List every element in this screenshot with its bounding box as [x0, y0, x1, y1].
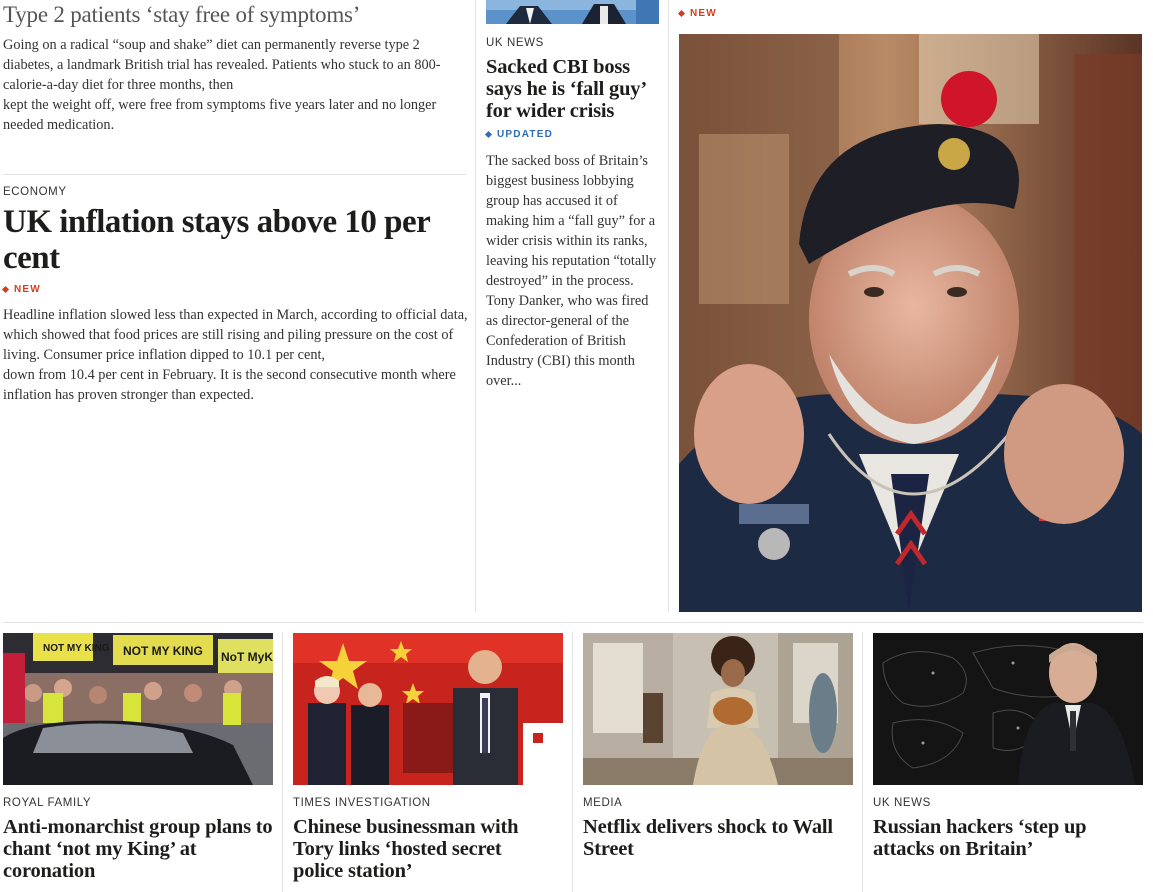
badge-label: NEW: [690, 8, 717, 19]
card-headline[interactable]: Anti-monarchist group plans to chant ‘no…: [3, 816, 275, 882]
column-divider: [668, 0, 669, 612]
story-summary-part1: Going on a radical “soup and shake” diet…: [3, 37, 441, 93]
story-headline[interactable]: Sacked CBI boss says he is ‘fall guy’ fo…: [486, 56, 662, 122]
protest-crowd-image[interactable]: NOT MY KING NOT MY KING NoT MyKing: [3, 633, 273, 785]
section-label[interactable]: UK NEWS: [486, 37, 544, 49]
card-headline[interactable]: Russian hackers ‘step up attacks on Brit…: [873, 816, 1133, 860]
story-card[interactable]: NOT MY KING NOT MY KING NoT MyKing ROYAL…: [3, 633, 275, 892]
story-summary: Headline inflation slowed less than expe…: [3, 305, 468, 405]
story-headline[interactable]: UK inflation stays above 10 per cent: [3, 204, 458, 276]
column-divider: [282, 632, 283, 892]
section-label[interactable]: UK NEWS: [873, 797, 931, 809]
netflix-show-image[interactable]: [583, 633, 853, 785]
card-headline[interactable]: Chinese businessman with Tory links ‘hos…: [293, 816, 553, 882]
column-divider: [572, 632, 573, 892]
putin-map-image[interactable]: [873, 633, 1143, 785]
veteran-portrait-image[interactable]: [679, 34, 1142, 612]
column-divider: [862, 632, 863, 892]
story-summary-part2: kept the weight off, were free from symp…: [3, 97, 437, 133]
sign-text: NOT MY KING: [43, 643, 110, 654]
diamond-icon: [1, 285, 10, 294]
story-headline[interactable]: Type 2 patients ‘stay free of symptoms’: [3, 0, 360, 30]
story-card[interactable]: UK NEWS Russian hackers ‘step up attacks…: [873, 633, 1145, 892]
badge-label: NEW: [14, 284, 41, 295]
column-divider: [475, 0, 476, 612]
story-image[interactable]: [486, 0, 659, 24]
diamond-icon: [484, 130, 493, 139]
updated-badge: UPDATED: [484, 129, 553, 140]
story-summary: Going on a radical “soup and shake” diet…: [3, 35, 468, 135]
badge-label: UPDATED: [497, 129, 553, 140]
story-card[interactable]: TIMES INVESTIGATION Chinese businessman …: [293, 633, 565, 892]
section-divider: [3, 622, 1143, 623]
section-label[interactable]: MEDIA: [583, 797, 622, 809]
divider: [3, 174, 466, 175]
section-label[interactable]: TIMES INVESTIGATION: [293, 797, 431, 809]
story-summary: The sacked boss of Britain’s biggest bus…: [486, 153, 657, 389]
new-badge: NEW: [1, 284, 41, 295]
businessman-photo-image[interactable]: [293, 633, 563, 785]
sign-text: NoT MyKing: [221, 650, 273, 664]
section-label[interactable]: ECONOMY: [3, 186, 67, 198]
section-label[interactable]: ROYAL FAMILY: [3, 797, 91, 809]
new-badge: NEW: [677, 8, 717, 19]
story-summary-part1: Headline inflation slowed less than expe…: [3, 307, 468, 363]
card-headline[interactable]: Netflix delivers shock to Wall Street: [583, 816, 855, 860]
story-card[interactable]: MEDIA Netflix delivers shock to Wall Str…: [583, 633, 855, 892]
diamond-icon: [677, 9, 686, 18]
right-story[interactable]: NEW: [677, 0, 1142, 612]
sign-text: NOT MY KING: [123, 644, 203, 658]
story-summary-part2: down from 10.4 per cent in February. It …: [3, 367, 456, 403]
